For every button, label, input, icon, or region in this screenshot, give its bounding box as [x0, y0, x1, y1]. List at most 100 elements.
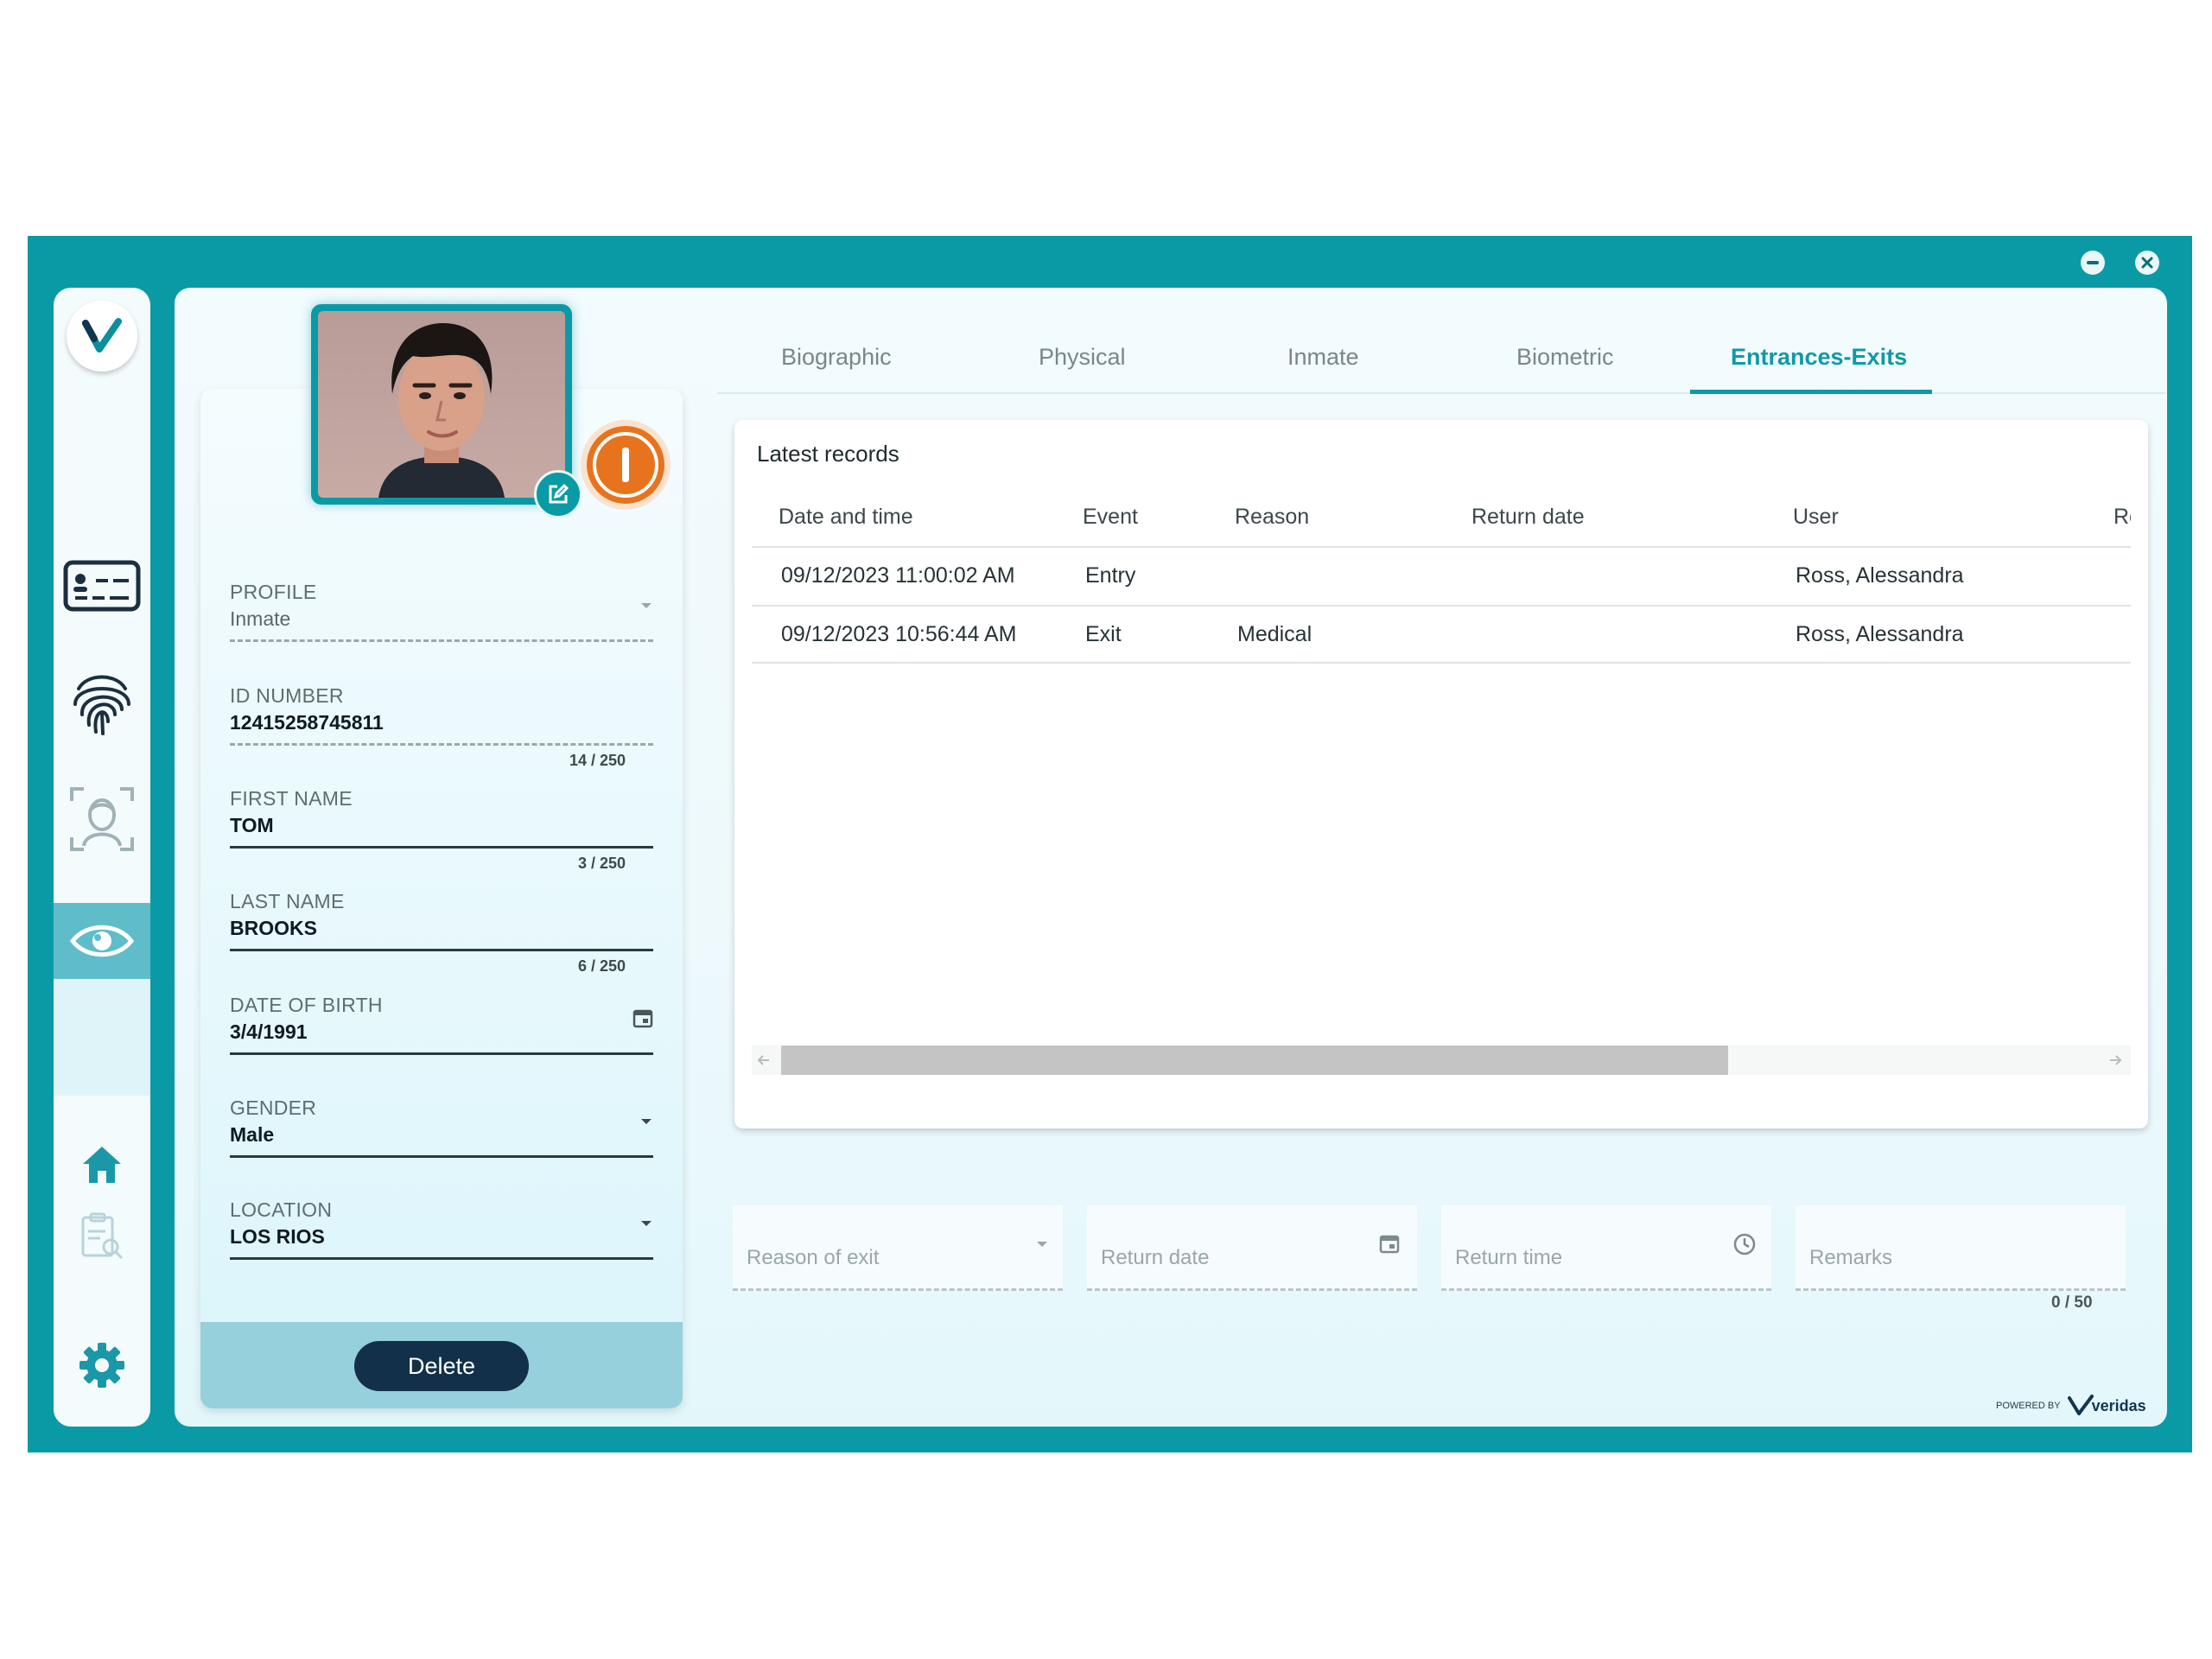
sidebar-item-home[interactable]: [54, 1126, 150, 1204]
eye-icon: [69, 925, 135, 957]
settings-gear-icon: [79, 1343, 124, 1388]
cell-user: Ross, Alessandra: [1796, 563, 1964, 588]
calendar-icon[interactable]: [632, 1007, 653, 1028]
date-of-birth-value: 3/4/1991: [230, 1020, 308, 1043]
chevron-down-icon: [641, 603, 652, 608]
minimize-icon: [2087, 261, 2099, 264]
id-number-counter: 14 / 250: [569, 752, 626, 769]
horizontal-scrollbar[interactable]: [752, 1046, 2131, 1075]
sidebar-item-settings[interactable]: [54, 1326, 150, 1404]
remarks-placeholder: Remarks: [1809, 1246, 1893, 1269]
profile-label: PROFILE: [230, 581, 317, 603]
reason-of-exit-placeholder: Reason of exit: [747, 1246, 880, 1269]
gender-select[interactable]: GENDER Male: [230, 1096, 653, 1158]
column-header-remarks[interactable]: Re: [2113, 505, 2131, 530]
first-name-value: TOM: [230, 814, 274, 836]
table-row[interactable]: 09/12/2023 11:00:02 AM Entry Ross, Aless…: [752, 548, 2131, 603]
last-name-value: BROOKS: [230, 917, 317, 939]
scroll-left-icon[interactable]: [755, 1052, 772, 1068]
tabs-divider: [717, 392, 2165, 394]
close-icon: [2141, 257, 2153, 269]
records-panel: Latest records Date and time Event Reaso…: [734, 420, 2148, 1128]
scrollbar-thumb[interactable]: [781, 1046, 1728, 1075]
face-scan-icon: [70, 787, 134, 851]
powered-by-label: POWERED BY: [1996, 1401, 2061, 1411]
first-name-field[interactable]: FIRST NAME TOM 3 / 250: [230, 787, 653, 872]
sidebar-item-clipboard-search[interactable]: [54, 1198, 150, 1275]
last-name-label: LAST NAME: [230, 890, 345, 912]
tab-biographic[interactable]: Biographic: [781, 344, 892, 371]
location-label: LOCATION: [230, 1198, 333, 1221]
calendar-icon[interactable]: [1379, 1233, 1400, 1254]
tab-physical[interactable]: Physical: [1039, 344, 1126, 371]
inmate-photo-frame: [311, 304, 572, 505]
column-header-date[interactable]: Date and time: [779, 505, 913, 530]
delete-button[interactable]: Delete: [354, 1341, 529, 1391]
gender-label: GENDER: [230, 1096, 317, 1119]
date-of-birth-field[interactable]: DATE OF BIRTH 3/4/1991: [230, 994, 653, 1055]
sidebar-active-panel: [54, 979, 150, 1096]
cell-user: Ross, Alessandra: [1796, 622, 1964, 646]
column-header-return-date[interactable]: Return date: [1471, 505, 1585, 530]
id-card-icon: [63, 560, 141, 612]
status-indicator[interactable]: [581, 420, 671, 510]
id-number-field[interactable]: ID NUMBER 12415258745811 14 / 250: [230, 684, 653, 769]
tab-entrances-exits[interactable]: Entrances-Exits: [1731, 344, 1907, 371]
remarks-field[interactable]: Remarks: [1796, 1205, 2126, 1291]
cell-event: Entry: [1085, 563, 1136, 588]
remarks-counter: 0 / 50: [2051, 1294, 2093, 1312]
return-time-field[interactable]: Return time: [1441, 1205, 1771, 1291]
clipboard-search-icon: [81, 1212, 124, 1260]
sidebar-item-eye[interactable]: [54, 903, 150, 979]
powered-by: POWERED BY veridas: [1996, 1395, 2146, 1417]
cell-reason: Medical: [1237, 622, 1313, 646]
return-time-placeholder: Return time: [1455, 1246, 1563, 1269]
fingerprint-icon: [73, 675, 130, 735]
edit-photo-button[interactable]: [534, 470, 582, 518]
chevron-down-icon: [1037, 1242, 1047, 1247]
veridas-logo-icon: [82, 318, 122, 353]
profile-value: Inmate: [230, 607, 291, 630]
profile-select[interactable]: PROFILE Inmate: [230, 581, 653, 642]
chevron-down-icon: [641, 1119, 652, 1124]
last-name-counter: 6 / 250: [577, 957, 626, 975]
column-header-user[interactable]: User: [1793, 505, 1839, 530]
tab-biometric[interactable]: Biometric: [1516, 344, 1614, 371]
home-icon: [83, 1147, 121, 1183]
first-name-counter: 3 / 250: [577, 855, 626, 872]
return-date-field[interactable]: Return date: [1087, 1205, 1417, 1291]
first-name-label: FIRST NAME: [230, 787, 353, 810]
close-button[interactable]: [2135, 251, 2159, 275]
clock-icon[interactable]: [1733, 1233, 1756, 1255]
records-title: Latest records: [757, 441, 899, 467]
scroll-right-icon[interactable]: [2107, 1052, 2124, 1068]
power-icon: [622, 448, 629, 482]
id-number-value: 12415258745811: [230, 711, 384, 734]
last-name-field[interactable]: LAST NAME BROOKS 6 / 250: [230, 890, 653, 975]
tab-inmate[interactable]: Inmate: [1287, 344, 1359, 371]
sidebar: [54, 288, 150, 1427]
cell-event: Exit: [1085, 622, 1122, 646]
column-header-event[interactable]: Event: [1083, 505, 1138, 530]
chevron-down-icon: [641, 1221, 652, 1226]
cell-datetime: 09/12/2023 10:56:44 AM: [781, 622, 1017, 646]
app-logo[interactable]: [67, 301, 137, 372]
column-header-reason[interactable]: Reason: [1235, 505, 1309, 530]
active-tab-indicator: [1690, 390, 1932, 394]
veridas-small-logo-icon: [2067, 1395, 2094, 1415]
powered-by-vendor: veridas: [2091, 1396, 2146, 1414]
gender-value: Male: [230, 1123, 275, 1146]
inmate-photo: [318, 311, 565, 498]
location-select[interactable]: LOCATION LOS RIOS: [230, 1198, 653, 1260]
id-number-label: ID NUMBER: [230, 684, 344, 707]
date-of-birth-label: DATE OF BIRTH: [230, 994, 383, 1016]
reason-of-exit-select[interactable]: Reason of exit: [733, 1205, 1063, 1291]
return-date-placeholder: Return date: [1101, 1246, 1210, 1269]
minimize-button[interactable]: [2081, 251, 2105, 275]
table-row[interactable]: 09/12/2023 10:56:44 AM Exit Medical Ross…: [752, 607, 2131, 662]
edit-icon: [549, 483, 569, 504]
sidebar-item-fingerprint[interactable]: [54, 664, 150, 741]
location-value: LOS RIOS: [230, 1225, 325, 1248]
sidebar-item-id-card[interactable]: [54, 547, 150, 625]
sidebar-item-face-scan[interactable]: [54, 780, 150, 858]
